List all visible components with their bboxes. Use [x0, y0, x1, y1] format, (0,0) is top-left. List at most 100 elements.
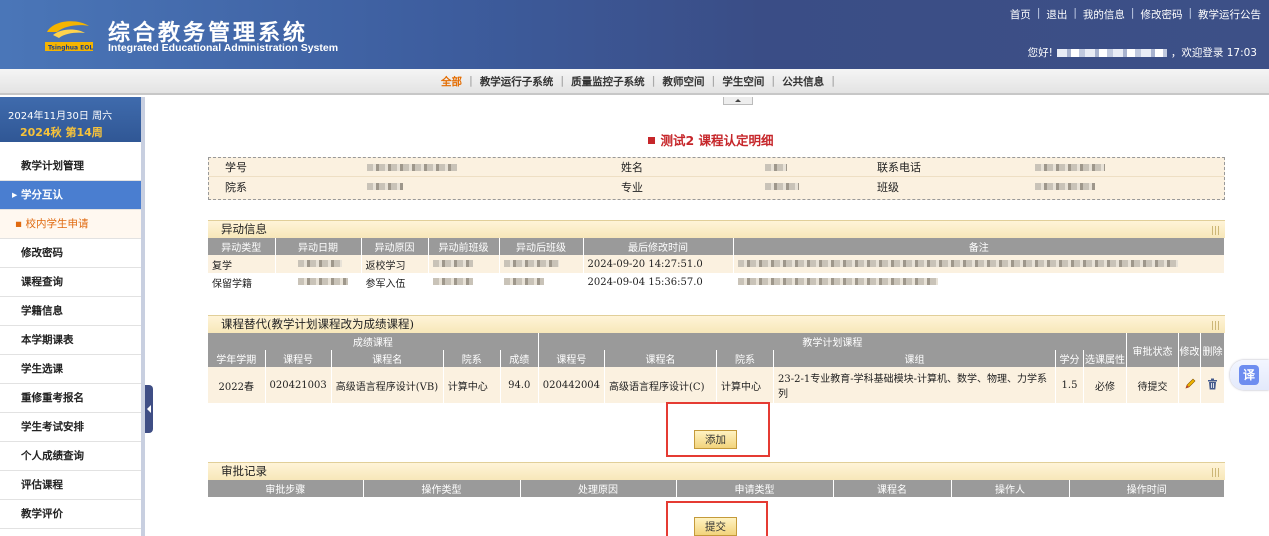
- group-header-plan: 教学计划课程: [538, 333, 1128, 350]
- redacted-user-name: [1056, 48, 1167, 57]
- sidebar-item-change-password[interactable]: 修改密码: [0, 239, 141, 268]
- col-header: 异动原因: [361, 238, 429, 255]
- col-header: 院系: [443, 350, 501, 367]
- col-header: 学年学期: [208, 350, 266, 367]
- redacted-major: [765, 183, 799, 190]
- toplink-home[interactable]: 首页: [1010, 7, 1031, 22]
- translate-icon: 译: [1239, 365, 1259, 385]
- sidebar-item-exam-schedule[interactable]: 学生考试安排: [0, 413, 141, 442]
- nav-student-space[interactable]: 学生空间: [715, 74, 771, 89]
- col-header: 操作类型: [363, 480, 521, 497]
- sidebar-item-retake[interactable]: 重修重考报名: [0, 384, 141, 413]
- current-date: 2024年11月30日 周六: [8, 111, 113, 122]
- col-header: 课程号: [538, 350, 606, 367]
- cell-reason: 返校学习: [361, 255, 429, 273]
- welcome-message: 您好! ，欢迎登录 17:03: [1027, 47, 1257, 59]
- sidebar-item-timetable[interactable]: 本学期课表: [0, 326, 141, 355]
- app-subtitle: Integrated Educational Administration Sy…: [108, 42, 339, 54]
- nav-teacher-space[interactable]: 教师空间: [656, 74, 712, 89]
- label-class: 班级: [877, 180, 899, 194]
- toplink-my-info[interactable]: 我的信息: [1083, 7, 1125, 22]
- col-header: 异动日期: [275, 238, 362, 255]
- col-header: 选课属性: [1083, 350, 1127, 367]
- change-info-section: 异动信息 异动类型 异动日期 异动原因 异动前班级 异动后班级 最后修改时间 备…: [208, 220, 1225, 291]
- col-header: 异动后班级: [499, 238, 584, 255]
- change-info-title: 异动信息: [208, 220, 1225, 238]
- highlight-box-submit: [666, 501, 768, 536]
- nav-public-info[interactable]: 公共信息: [775, 74, 831, 89]
- redacted-class: [1035, 183, 1095, 190]
- sidebar-item-teaching-plan[interactable]: 教学计划管理: [0, 152, 141, 181]
- translate-button[interactable]: 译: [1230, 360, 1269, 390]
- col-header: 备注: [733, 238, 1225, 255]
- date-box: 2024年11月30日 周六 2024秋 第14周: [0, 97, 141, 142]
- student-info-box: 学号 姓名 联系电话 院系 专业 班级: [208, 157, 1225, 200]
- col-header: 异动类型: [208, 238, 276, 255]
- toplink-logout[interactable]: 退出: [1046, 7, 1067, 22]
- cell-modified: 2024-09-20 14:27:51.0: [583, 255, 734, 273]
- col-header: 操作人: [951, 480, 1070, 497]
- approval-section: 审批记录 审批步骤 操作类型 处理原因 申请类型 课程名 操作人 操作时间: [208, 462, 1225, 497]
- redacted-dept: [367, 183, 403, 190]
- col-header: 删除: [1200, 333, 1225, 367]
- redacted-phone: [1035, 163, 1105, 171]
- sidebar-item-grades[interactable]: 个人成绩查询: [0, 442, 141, 471]
- sidebar-item-credit-recognition[interactable]: ▸ 学分互认: [0, 181, 141, 210]
- col-header: 课组: [773, 350, 1056, 367]
- col-header: 课程号: [265, 350, 332, 367]
- sidebar-item-course-query[interactable]: 课程查询: [0, 268, 141, 297]
- col-header: 修改: [1178, 333, 1201, 367]
- nav-teaching-ops[interactable]: 教学运行子系统: [473, 74, 561, 89]
- sidebar-item-student-application[interactable]: ▪ 校内学生申请: [0, 210, 141, 239]
- redacted-student-no: [367, 163, 457, 171]
- cell-grade-dept: 计算中心: [443, 367, 501, 403]
- cell-group: 23-2-1专业教育-学科基础模块-计算机、数学、物理、力学系列: [773, 367, 1056, 403]
- sidebar-collapse-handle[interactable]: [145, 385, 153, 433]
- cell-score: 94.0: [500, 367, 539, 403]
- course-replace-section: 课程替代(教学计划课程改为成绩课程) 成绩课程 教学计划课程 审批状态 修改 删…: [208, 315, 1225, 403]
- change-info-table: 异动类型 异动日期 异动原因 异动前班级 异动后班级 最后修改时间 备注 复学 …: [208, 238, 1225, 291]
- main-content: 测试2 课程认定明细 学号 姓名 联系电话 院系 专业 班级 异动信息 异动类型…: [153, 97, 1269, 536]
- col-header: 学分: [1055, 350, 1084, 367]
- col-header: 操作时间: [1069, 480, 1225, 497]
- toplink-announcement[interactable]: 教学运行公告: [1198, 7, 1261, 22]
- cell-type: 复学: [208, 255, 276, 273]
- cell-plan-name: 高级语言程序设计(C): [604, 367, 718, 403]
- approval-title: 审批记录: [208, 462, 1225, 480]
- student-info-row: 院系 专业 班级: [209, 177, 1224, 196]
- col-header: 申请类型: [676, 480, 834, 497]
- trash-icon[interactable]: [1207, 378, 1218, 390]
- page-title: 测试2 课程认定明细: [153, 130, 1269, 149]
- label-student-no: 学号: [225, 161, 247, 174]
- col-header: 最后修改时间: [583, 238, 734, 255]
- cell-grade-code: 020421003: [265, 367, 332, 403]
- col-header: 课程名: [604, 350, 718, 367]
- col-header: 成绩: [500, 350, 539, 367]
- label-major: 专业: [621, 180, 643, 194]
- nav-all[interactable]: 全部: [434, 74, 469, 89]
- main-nav: 全部 | 教学运行子系统 | 质量监控子系统 | 教师空间 | 学生空间 | 公共信息 |: [0, 69, 1269, 95]
- sidebar-item-course-eval[interactable]: 评估课程: [0, 471, 141, 500]
- edit-pencil-icon[interactable]: [1184, 378, 1196, 390]
- course-replace-title: 课程替代(教学计划课程改为成绩课程): [208, 315, 1225, 333]
- col-header: 审批状态: [1126, 333, 1179, 367]
- toplink-change-password[interactable]: 修改密码: [1140, 7, 1182, 22]
- cell-modified: 2024-09-04 15:36:57.0: [583, 273, 734, 291]
- cell-attr: 必修: [1083, 367, 1127, 403]
- sidebar-item-course-selection[interactable]: 学生选课: [0, 355, 141, 384]
- table-row: 2022春 020421003 高级语言程序设计(VB) 计算中心 94.0 0…: [208, 367, 1225, 403]
- sidebar-item-teaching-eval[interactable]: 教学评价: [0, 500, 141, 529]
- col-header: 院系: [716, 350, 775, 367]
- col-header: 课程名: [331, 350, 444, 367]
- collapse-header-toggle[interactable]: [723, 97, 753, 105]
- student-info-row: 学号 姓名 联系电话: [209, 158, 1224, 177]
- label-dept: 院系: [225, 180, 247, 194]
- label-phone: 联系电话: [877, 161, 921, 174]
- nav-quality-monitor[interactable]: 质量监控子系统: [564, 74, 652, 89]
- approval-table: 审批步骤 操作类型 处理原因 申请类型 课程名 操作人 操作时间: [208, 480, 1225, 497]
- sidebar-item-status-info[interactable]: 学籍信息: [0, 297, 141, 326]
- cell-reason: 参军入伍: [361, 273, 429, 291]
- col-header: 处理原因: [520, 480, 677, 497]
- redacted-name: [765, 163, 787, 171]
- highlight-box-add: [666, 402, 770, 457]
